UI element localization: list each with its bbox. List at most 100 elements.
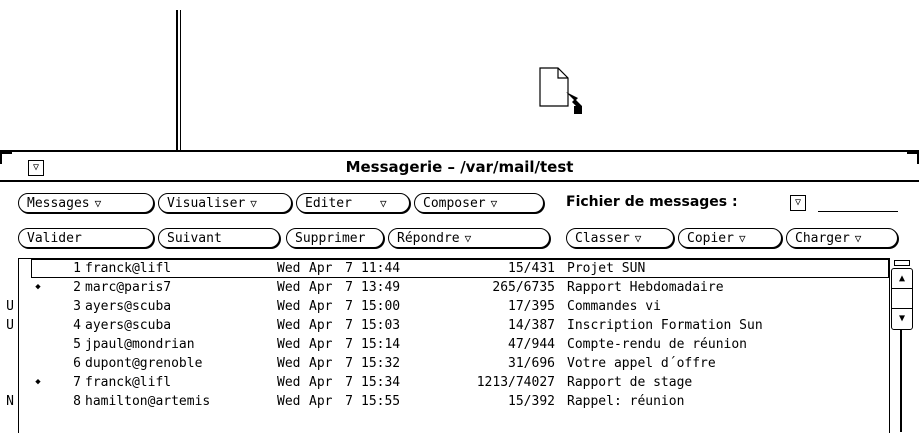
message-row[interactable]: N 8 hamilton@artemis Wed Apr 7 15:55 15/392 Rapp… (6, 392, 889, 411)
message-row[interactable]: ◆ 2 marc@paris7 Wed Apr 7 13:49 265/6735 Rapport… (19, 278, 889, 297)
button-label: Répondre (397, 231, 460, 246)
chevron-down-icon: ▽ (250, 197, 257, 210)
message-date: 7 (345, 299, 353, 314)
mail-file-input[interactable] (818, 211, 898, 212)
message-size: 15/431 (508, 261, 555, 276)
message-date: 7 (345, 356, 353, 371)
message-size: 265/6735 (492, 280, 555, 295)
message-size: 1213/74027 (476, 375, 555, 390)
message-day: Wed (277, 299, 301, 314)
message-number: 2 (73, 280, 81, 295)
message-date: 7 (345, 280, 353, 295)
message-day: Wed (277, 356, 301, 371)
messages-menu-button[interactable]: Messages ▽ (18, 193, 154, 213)
message-status-flag: N (6, 394, 14, 409)
message-subject: Votre appel d´offre (567, 356, 716, 371)
message-time: 15:34 (361, 375, 401, 390)
message-row[interactable]: 1 franck@lifl Wed Apr 7 11:44 15/431 Projet SUN (31, 259, 889, 278)
editer-menu-button[interactable]: Editer ▽ (296, 193, 410, 213)
message-subject: Rapport Hebdomadaire (567, 280, 724, 295)
message-date: 7 (345, 318, 353, 333)
message-time: 15:03 (361, 318, 401, 333)
message-sender: marc@paris7 (85, 280, 172, 295)
message-sender: ayers@scuba (85, 318, 172, 333)
message-row[interactable]: ◆ 7 franck@lifl Wed Apr 7 15:34 1213/74027 Rappo… (19, 373, 889, 392)
message-status-flag: U (6, 299, 14, 314)
message-row[interactable]: U 4 ayers@scuba Wed Apr 7 15:03 14/387 Inscripti… (6, 316, 889, 335)
mail-file-label: Fichier de messages : (566, 194, 738, 210)
message-subject: Inscription Formation Sun (567, 318, 763, 333)
suivant-button[interactable]: Suivant (158, 228, 280, 248)
button-label: Charger (795, 231, 850, 246)
charger-menu-button[interactable]: Charger ▽ (786, 228, 898, 248)
scrollbar-top-cap[interactable] (894, 260, 910, 266)
button-label: Suivant (167, 231, 222, 246)
classer-menu-button[interactable]: Classer ▽ (566, 228, 674, 248)
message-size: 14/387 (508, 318, 555, 333)
valider-button[interactable]: Valider (18, 228, 154, 248)
repondre-menu-button[interactable]: Répondre ▽ (388, 228, 550, 248)
message-row[interactable]: U 3 ayers@scuba Wed Apr 7 15:00 17/395 Commandes… (6, 297, 889, 316)
message-time: 15:14 (361, 337, 401, 352)
message-status-flag: ◆ (35, 282, 41, 292)
message-number: 1 (73, 261, 81, 276)
message-month: Apr (309, 375, 333, 390)
composer-menu-button[interactable]: Composer ▽ (414, 193, 544, 213)
message-row[interactable]: 5 jpaul@mondrian Wed Apr 7 15:14 47/944 Compte-… (19, 335, 889, 354)
message-sender: franck@lifl (85, 261, 172, 276)
message-row[interactable]: 6 dupont@grenoble Wed Apr 7 15:32 31/696 Votre … (19, 354, 889, 373)
message-day: Wed (277, 375, 301, 390)
message-month: Apr (309, 318, 333, 333)
message-date: 7 (345, 337, 353, 352)
message-number: 6 (73, 356, 81, 371)
message-size: 17/395 (508, 299, 555, 314)
message-subject: Rapport de stage (567, 375, 693, 390)
background-window-edge (176, 10, 178, 150)
chevron-down-icon: ▽ (738, 232, 746, 245)
button-label: Copier (687, 231, 734, 246)
message-sender: jpaul@mondrian (85, 337, 195, 352)
scroll-drag-area[interactable] (892, 289, 912, 309)
message-status-flag: ◆ (35, 377, 41, 387)
copier-menu-button[interactable]: Copier ▽ (678, 228, 782, 248)
message-size: 15/392 (508, 394, 555, 409)
message-month: Apr (309, 261, 333, 276)
scrollbar-track[interactable] (900, 330, 902, 432)
message-date: 7 (345, 375, 353, 390)
button-label: Visualiser (167, 196, 246, 211)
message-size: 47/944 (508, 337, 555, 352)
scroll-up-icon[interactable]: ▲ (892, 269, 912, 289)
supprimer-button[interactable]: Supprimer (286, 228, 384, 248)
message-day: Wed (277, 280, 301, 295)
message-day: Wed (277, 337, 301, 352)
scrollbar[interactable]: ▲ ▼ (890, 260, 913, 432)
button-label: Editer (305, 196, 352, 211)
message-number: 8 (73, 394, 81, 409)
message-subject: Commandes vi (567, 299, 661, 314)
chevron-down-icon: ▽ (94, 197, 102, 210)
message-time: 15:00 (361, 299, 401, 314)
message-sender: hamilton@artemis (85, 394, 211, 409)
mail-file-menu-button[interactable]: ▽ (790, 195, 806, 211)
chevron-down-icon: ▽ (854, 232, 862, 245)
button-label: Messages (27, 196, 90, 211)
visualiser-menu-button[interactable]: Visualiser ▽ (158, 193, 292, 213)
message-subject: Compte-rendu de réunion (567, 337, 748, 352)
message-sender: ayers@scuba (85, 299, 172, 314)
message-day: Wed (277, 318, 301, 333)
message-time: 15:32 (361, 356, 401, 371)
button-label: Supprimer (295, 231, 366, 246)
message-number: 3 (73, 299, 81, 314)
message-number: 5 (73, 337, 81, 352)
title-bar[interactable]: ▽ Messagerie – /var/mail/test (0, 154, 919, 182)
message-month: Apr (309, 337, 333, 352)
message-number: 7 (73, 375, 81, 390)
button-label: Classer (575, 231, 630, 246)
window-title: Messagerie – /var/mail/test (345, 158, 574, 176)
scrollbar-elevator[interactable]: ▲ ▼ (891, 268, 913, 330)
message-month: Apr (309, 299, 333, 314)
document-icon[interactable] (538, 66, 586, 118)
scroll-down-icon[interactable]: ▼ (892, 309, 912, 328)
message-subject: Projet SUN (567, 261, 646, 276)
message-time: 13:49 (361, 280, 401, 295)
